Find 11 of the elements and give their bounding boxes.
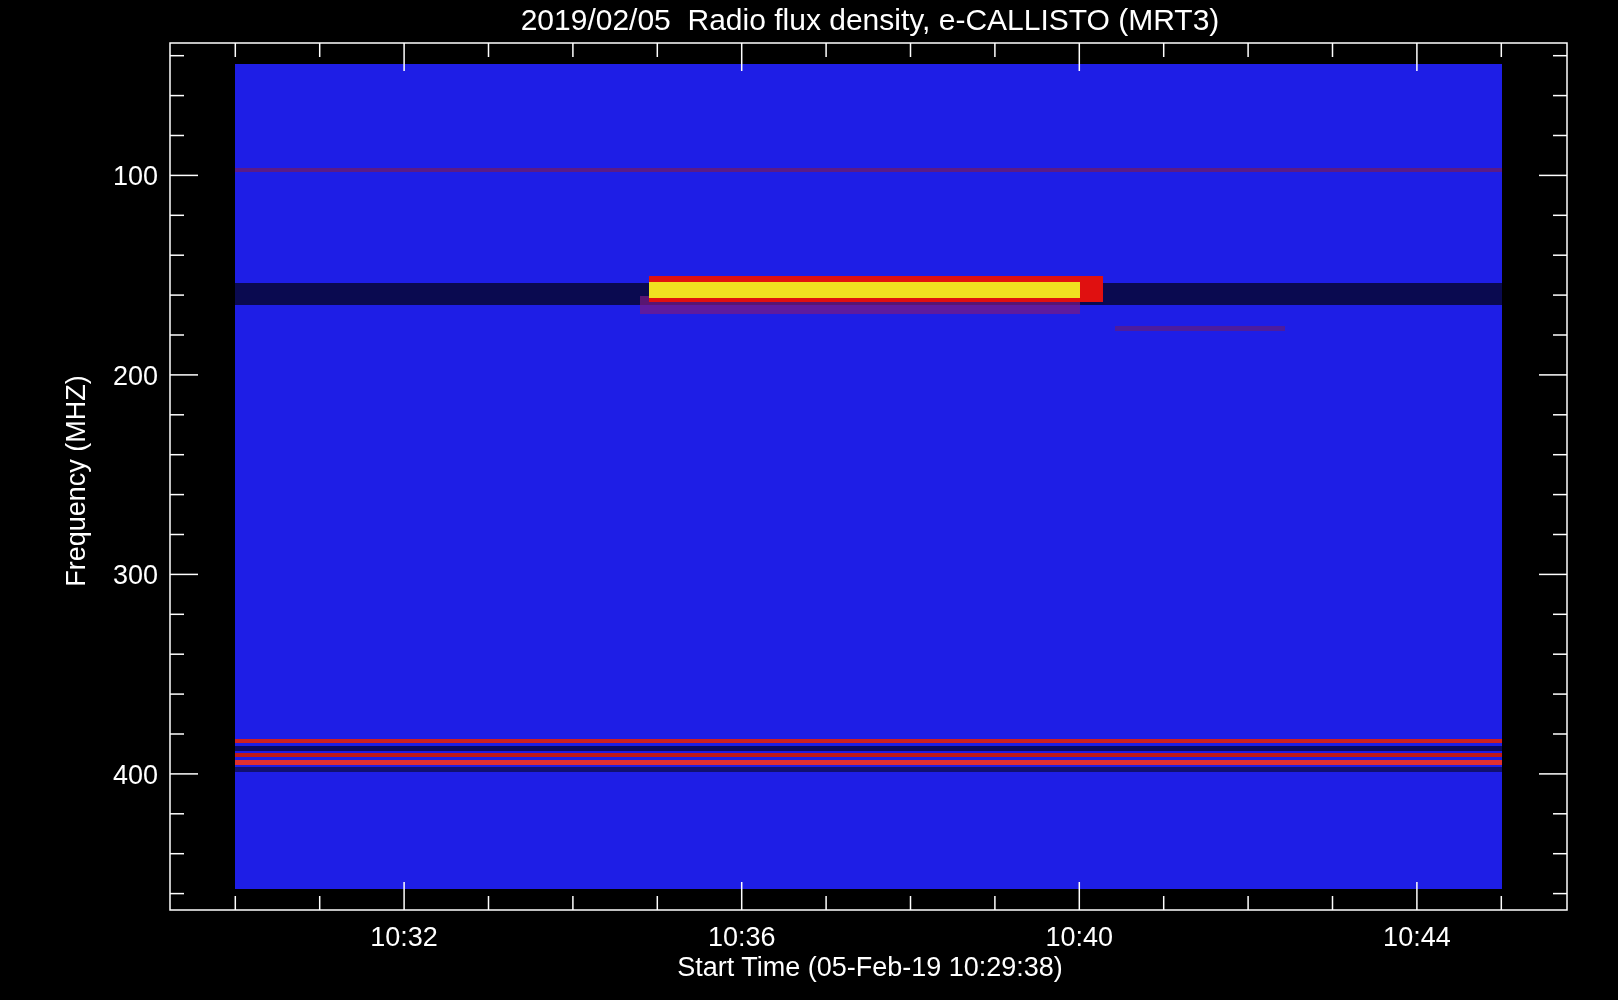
y-tick-label: 200 [112,360,158,391]
x-tick-label: 10:32 [370,922,438,952]
x-tick-label: 10:36 [707,922,776,952]
x-tick-label: 10:40 [1045,922,1114,952]
chart-title: 2019/02/05 Radio flux density, e-CALLISTO (MRT3) [520,3,1220,36]
x-tick-label: 10:44 [1383,922,1451,952]
y-tick-label: 400 [112,759,158,790]
y-tick-label: 300 [112,560,158,591]
x-axis-label: Start Time (05-Feb-19 10:29:38) [677,952,1063,982]
y-axis-label: Frequency (MHZ) [61,375,91,587]
y-tick-label: 100 [112,161,158,192]
